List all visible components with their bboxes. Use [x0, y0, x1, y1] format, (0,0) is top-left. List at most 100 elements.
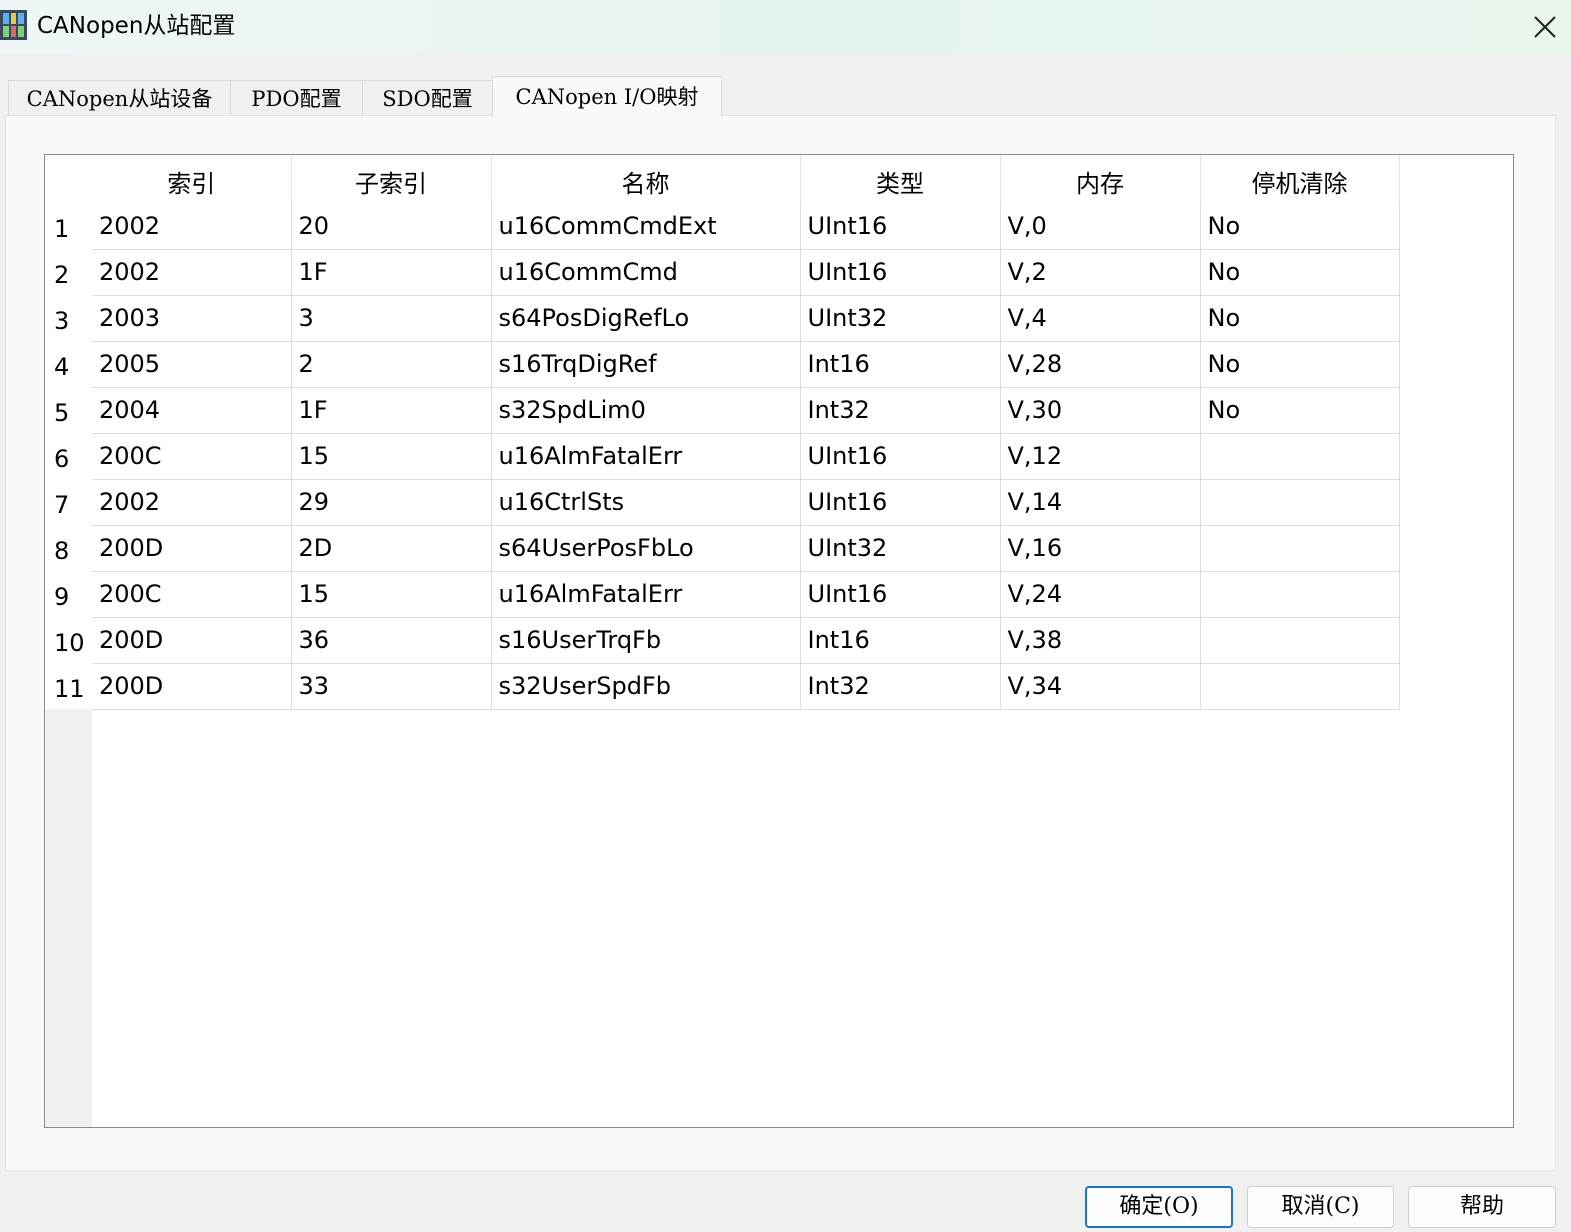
tab-io-mapping[interactable]: CANopen I/O映射	[492, 76, 722, 117]
cell-index[interactable]: 2003	[92, 295, 292, 342]
cell-memory[interactable]: V,24	[1000, 571, 1201, 618]
table-row[interactable]: 11 200D 33 s32UserSpdFb Int32 V,34	[45, 663, 1400, 710]
row-number[interactable]: 11	[45, 663, 92, 709]
cell-name[interactable]: u16CommCmdExt	[491, 203, 801, 250]
row-number[interactable]: 10	[45, 617, 92, 663]
row-number[interactable]: 9	[45, 571, 92, 617]
cell-name[interactable]: s64UserPosFbLo	[491, 525, 801, 572]
row-number[interactable]: 6	[45, 433, 92, 479]
cell-memory[interactable]: V,30	[1000, 387, 1201, 434]
column-header-subindex[interactable]: 子索引	[291, 155, 492, 203]
cell-subindex[interactable]: 36	[291, 617, 492, 664]
row-number[interactable]: 7	[45, 479, 92, 525]
cell-index[interactable]: 200C	[92, 433, 292, 480]
cell-memory[interactable]: V,4	[1000, 295, 1201, 342]
cell-type[interactable]: Int32	[800, 663, 1001, 710]
cell-subindex[interactable]: 3	[291, 295, 492, 342]
cell-stop-clear[interactable]	[1200, 617, 1400, 664]
cell-subindex[interactable]: 20	[291, 203, 492, 250]
cell-stop-clear[interactable]: No	[1200, 341, 1400, 388]
cell-stop-clear[interactable]: No	[1200, 249, 1400, 296]
cell-stop-clear[interactable]: No	[1200, 387, 1400, 434]
cell-index[interactable]: 2002	[92, 479, 292, 526]
cell-memory[interactable]: V,14	[1000, 479, 1201, 526]
cell-type[interactable]: UInt16	[800, 571, 1001, 618]
cell-name[interactable]: s64PosDigRefLo	[491, 295, 801, 342]
cell-name[interactable]: u16AlmFatalErr	[491, 571, 801, 618]
cell-memory[interactable]: V,34	[1000, 663, 1201, 710]
table-row[interactable]: 8 200D 2D s64UserPosFbLo UInt32 V,16	[45, 525, 1400, 572]
table-row[interactable]: 6 200C 15 u16AlmFatalErr UInt16 V,12	[45, 433, 1400, 480]
column-header-name[interactable]: 名称	[491, 155, 801, 203]
column-header-stop-clear[interactable]: 停机清除	[1200, 155, 1400, 203]
cell-subindex[interactable]: 29	[291, 479, 492, 526]
cell-memory[interactable]: V,0	[1000, 203, 1201, 250]
cell-memory[interactable]: V,2	[1000, 249, 1201, 296]
cell-subindex[interactable]: 1F	[291, 249, 492, 296]
table-row[interactable]: 9 200C 15 u16AlmFatalErr UInt16 V,24	[45, 571, 1400, 618]
table-row[interactable]: 10 200D 36 s16UserTrqFb Int16 V,38	[45, 617, 1400, 664]
table-row[interactable]: 7 2002 29 u16CtrlSts UInt16 V,14	[45, 479, 1400, 526]
cell-name[interactable]: s16UserTrqFb	[491, 617, 801, 664]
cell-stop-clear[interactable]	[1200, 571, 1400, 618]
cancel-button[interactable]: 取消(C)	[1247, 1186, 1394, 1228]
table-row[interactable]: 1 2002 20 u16CommCmdExt UInt16 V,0 No	[45, 203, 1400, 250]
tab-pdo-config[interactable]: PDO配置	[230, 80, 363, 116]
cell-stop-clear[interactable]	[1200, 525, 1400, 572]
row-number[interactable]: 5	[45, 387, 92, 433]
table-row[interactable]: 2 2002 1F u16CommCmd UInt16 V,2 No	[45, 249, 1400, 296]
cell-subindex[interactable]: 2D	[291, 525, 492, 572]
tab-sdo-config[interactable]: SDO配置	[362, 80, 493, 116]
cell-memory[interactable]: V,28	[1000, 341, 1201, 388]
cell-name[interactable]: u16AlmFatalErr	[491, 433, 801, 480]
cell-name[interactable]: s32SpdLim0	[491, 387, 801, 434]
cell-type[interactable]: UInt16	[800, 249, 1001, 296]
cell-subindex[interactable]: 1F	[291, 387, 492, 434]
tab-canopen-slave-device[interactable]: CANopen从站设备	[8, 80, 231, 116]
cell-subindex[interactable]: 2	[291, 341, 492, 388]
cell-stop-clear[interactable]: No	[1200, 203, 1400, 250]
cell-index[interactable]: 200D	[92, 525, 292, 572]
cell-memory[interactable]: V,38	[1000, 617, 1201, 664]
cell-subindex[interactable]: 33	[291, 663, 492, 710]
ok-button[interactable]: 确定(O)	[1085, 1186, 1233, 1228]
cell-stop-clear[interactable]	[1200, 479, 1400, 526]
column-header-memory[interactable]: 内存	[1000, 155, 1201, 203]
row-number[interactable]: 1	[45, 203, 92, 249]
close-button[interactable]	[1518, 0, 1571, 54]
table-row[interactable]: 5 2004 1F s32SpdLim0 Int32 V,30 No	[45, 387, 1400, 434]
cell-name[interactable]: s32UserSpdFb	[491, 663, 801, 710]
table-row[interactable]: 4 2005 2 s16TrqDigRef Int16 V,28 No	[45, 341, 1400, 388]
cell-stop-clear[interactable]	[1200, 663, 1400, 710]
cell-subindex[interactable]: 15	[291, 433, 492, 480]
cell-type[interactable]: UInt16	[800, 479, 1001, 526]
cell-type[interactable]: UInt32	[800, 525, 1001, 572]
cell-stop-clear[interactable]	[1200, 433, 1400, 480]
column-header-type[interactable]: 类型	[800, 155, 1001, 203]
cell-index[interactable]: 200C	[92, 571, 292, 618]
cell-type[interactable]: Int16	[800, 617, 1001, 664]
row-number[interactable]: 3	[45, 295, 92, 341]
cell-subindex[interactable]: 15	[291, 571, 492, 618]
cell-index[interactable]: 200D	[92, 663, 292, 710]
cell-index[interactable]: 2002	[92, 203, 292, 250]
row-number[interactable]: 4	[45, 341, 92, 387]
cell-name[interactable]: s16TrqDigRef	[491, 341, 801, 388]
cell-memory[interactable]: V,12	[1000, 433, 1201, 480]
cell-index[interactable]: 2005	[92, 341, 292, 388]
cell-name[interactable]: u16CtrlSts	[491, 479, 801, 526]
row-number[interactable]: 8	[45, 525, 92, 571]
table-row[interactable]: 3 2003 3 s64PosDigRefLo UInt32 V,4 No	[45, 295, 1400, 342]
cell-type[interactable]: UInt16	[800, 203, 1001, 250]
cell-type[interactable]: UInt32	[800, 295, 1001, 342]
column-header-index[interactable]: 索引	[92, 155, 292, 203]
cell-index[interactable]: 2004	[92, 387, 292, 434]
row-number[interactable]: 2	[45, 249, 92, 295]
cell-type[interactable]: Int32	[800, 387, 1001, 434]
cell-type[interactable]: Int16	[800, 341, 1001, 388]
cell-memory[interactable]: V,16	[1000, 525, 1201, 572]
cell-index[interactable]: 2002	[92, 249, 292, 296]
cell-type[interactable]: UInt16	[800, 433, 1001, 480]
help-button[interactable]: 帮助	[1408, 1186, 1556, 1228]
cell-stop-clear[interactable]: No	[1200, 295, 1400, 342]
